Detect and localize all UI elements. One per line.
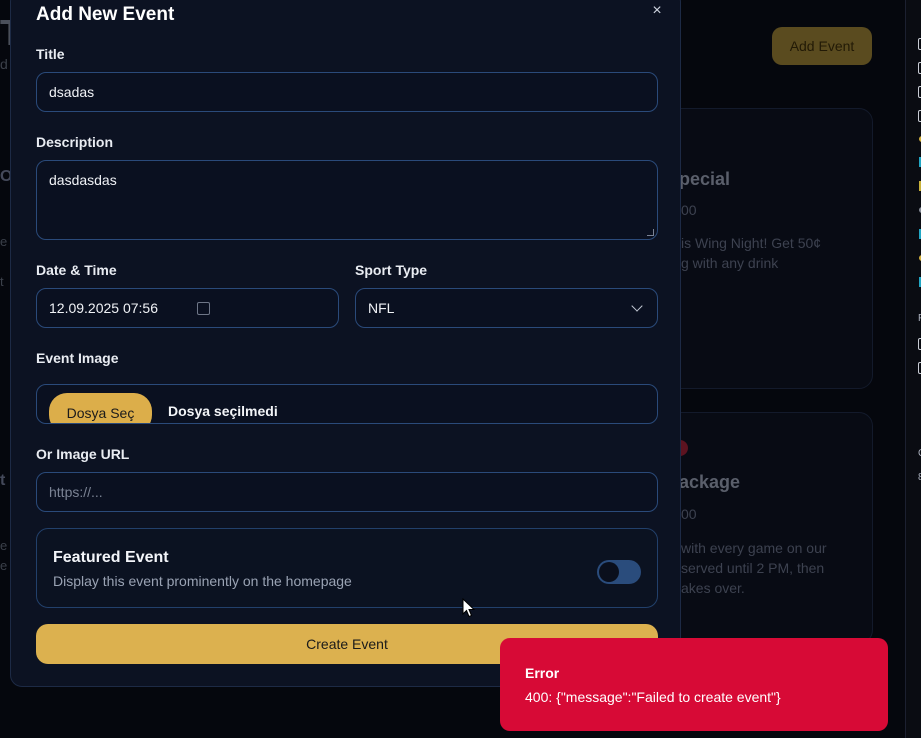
modal-title: Add New Event bbox=[36, 4, 175, 25]
bg-left-fragment: e bbox=[0, 538, 8, 553]
description-textarea[interactable]: dasdasdas bbox=[36, 160, 658, 240]
mouse-cursor-icon bbox=[462, 598, 476, 618]
datetime-value: 12.09.2025 07:56 bbox=[49, 300, 158, 316]
bg-card-title: ackage bbox=[679, 472, 741, 492]
description-label: Description bbox=[36, 134, 114, 150]
sport-type-label: Sport Type bbox=[355, 262, 428, 278]
bg-card-desc-line: with every game on our bbox=[681, 540, 827, 556]
toast-message: 400: {"message":"Failed to create event"… bbox=[525, 689, 781, 705]
choose-file-button[interactable]: Dosya Seç bbox=[49, 393, 152, 423]
file-status-text: Dosya seçilmedi bbox=[168, 403, 278, 419]
featured-description: Display this event prominently on the ho… bbox=[53, 573, 352, 589]
datetime-input[interactable]: 12.09.2025 07:56 bbox=[36, 288, 339, 328]
bg-card-desc: with every game on our served until 2 PM… bbox=[681, 538, 881, 598]
event-image-label: Event Image bbox=[36, 350, 119, 366]
sport-type-select[interactable]: NFL bbox=[355, 288, 658, 328]
toggle-knob bbox=[599, 562, 619, 582]
sport-type-value: NFL bbox=[368, 300, 395, 316]
bg-card-price: 00 bbox=[681, 202, 697, 218]
bg-card-desc-line: is Wing Night! Get 50¢ bbox=[681, 235, 822, 251]
bg-card-desc: is Wing Night! Get 50¢ g with any drink bbox=[681, 233, 881, 273]
bg-page-subtitle-fragment: d bbox=[0, 56, 8, 72]
description-value: dasdasdas bbox=[49, 172, 117, 188]
featured-title: Featured Event bbox=[53, 549, 169, 566]
bg-left-fragment: e bbox=[0, 558, 8, 573]
bg-card-title: pecial bbox=[679, 169, 731, 189]
bg-left-fragment: t bbox=[0, 472, 6, 489]
resize-handle-icon[interactable] bbox=[647, 229, 654, 236]
close-icon[interactable]: × bbox=[649, 3, 665, 19]
image-url-placeholder: https://... bbox=[49, 484, 103, 500]
title-input[interactable]: dsadas bbox=[36, 72, 658, 112]
title-input-value: dsadas bbox=[49, 84, 95, 100]
title-label: Title bbox=[36, 46, 65, 62]
featured-event-panel: Featured Event Display this event promin… bbox=[36, 528, 658, 608]
bg-card-desc-line: served until 2 PM, then bbox=[681, 560, 825, 576]
bg-left-fragment: e bbox=[0, 234, 8, 249]
file-input[interactable]: Dosya Seç Dosya seçilmedi bbox=[36, 384, 658, 424]
image-url-input[interactable]: https://... bbox=[36, 472, 658, 512]
image-url-label: Or Image URL bbox=[36, 446, 130, 462]
calendar-icon[interactable] bbox=[197, 302, 210, 315]
add-event-button[interactable]: Add Event bbox=[772, 27, 872, 65]
error-toast[interactable]: Error 400: {"message":"Failed to create … bbox=[500, 638, 888, 731]
side-panel-strip: P C 8 bbox=[905, 0, 921, 738]
add-event-modal: Add New Event × Title dsadas Description… bbox=[10, 0, 681, 687]
datetime-label: Date & Time bbox=[36, 262, 117, 278]
bg-card-desc-line: akes over. bbox=[681, 580, 745, 596]
toast-title: Error bbox=[525, 665, 560, 681]
chevron-down-icon bbox=[631, 300, 643, 312]
featured-toggle[interactable] bbox=[597, 560, 641, 584]
bg-card-price: 00 bbox=[681, 506, 697, 522]
bg-left-fragment: t bbox=[0, 274, 4, 289]
bg-card-desc-line: g with any drink bbox=[681, 255, 779, 271]
